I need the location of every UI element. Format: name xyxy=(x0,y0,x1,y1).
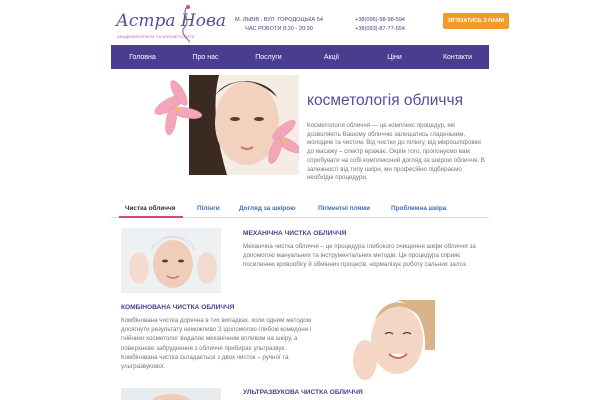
nav-item-contacts[interactable]: Контакти xyxy=(426,45,489,69)
logo-swirl-icon xyxy=(182,5,191,43)
tab-pigment-spots[interactable]: Пігментні плями xyxy=(318,200,370,218)
hero-description: Косметологія обличчя — це комплекс проце… xyxy=(307,122,485,182)
nav-item-promotions[interactable]: Акції xyxy=(300,45,363,69)
logo-text: Астра Нова xyxy=(116,11,227,31)
hero-face-image xyxy=(154,75,299,175)
contact-us-button[interactable]: ЗВ'ЯЗАТИСЬ З НАМИ xyxy=(443,13,509,29)
combined-cleaning-image xyxy=(335,300,435,382)
address-block: М. ЛЬВІВ , ВУЛ. ГОРОДОЦЬКА 54 ЧАС РОБОТИ… xyxy=(229,16,329,34)
phone-2[interactable]: +38(093)-87-77-554 xyxy=(355,25,405,34)
section-title-ultrasonic: УЛЬТРАЗВУКОВА ЧИСТКА ОБЛИЧЧЯ xyxy=(243,389,363,396)
mechanical-cleaning-image xyxy=(121,228,221,293)
tab-peelings[interactable]: Пілінги xyxy=(197,200,220,218)
tab-skin-care[interactable]: Догляд за шкірою xyxy=(239,200,296,218)
main-nav: Головна Про нас Послуги Акції Ціни Конта… xyxy=(111,45,489,69)
section-title-mechanical: МЕХАНІЧНА ЧИСТКА ОБЛИЧЧЯ xyxy=(243,230,347,237)
tab-problem-skin[interactable]: Проблемна шкіра xyxy=(391,200,446,218)
address-line: М. ЛЬВІВ , ВУЛ. ГОРОДОЦЬКА 54 xyxy=(234,17,324,23)
section-title-combined: КОМБІНОВАНА ЧИСТКА ОБЛИЧЧЯ xyxy=(121,304,235,311)
section-text-combined: Комбінована чистка доречна в тих випадка… xyxy=(121,317,312,371)
nav-item-services[interactable]: Послуги xyxy=(237,45,300,69)
nav-item-about[interactable]: Про нас xyxy=(174,45,237,69)
phone-1[interactable]: +38(096)-98-98-594 xyxy=(355,16,405,25)
tabs-bar: Чистка обличчя Пілінги Догляд за шкірою … xyxy=(111,200,489,218)
active-tab-indicator xyxy=(119,216,183,218)
page: Астра Нова АКАДЕМІЯ КРАСИ ТА КОСМЕТОЛОГІ… xyxy=(111,0,509,400)
nav-item-home[interactable]: Головна xyxy=(111,45,174,69)
nav-item-prices[interactable]: Ціни xyxy=(363,45,426,69)
ultrasonic-cleaning-image xyxy=(121,388,221,400)
section-text-mechanical: Механічна чистка обличчя – це процедура … xyxy=(243,243,476,268)
phones-block: +38(096)-98-98-594 +38(093)-87-77-554 xyxy=(355,16,405,34)
working-hours: ЧАС РОБОТИ 8:30 - 20:30 xyxy=(245,26,313,32)
logo[interactable]: Астра Нова АКАДЕМІЯ КРАСИ ТА КОСМЕТОЛОГІ… xyxy=(116,5,226,43)
page-title: косметологія обличчя xyxy=(307,92,463,109)
